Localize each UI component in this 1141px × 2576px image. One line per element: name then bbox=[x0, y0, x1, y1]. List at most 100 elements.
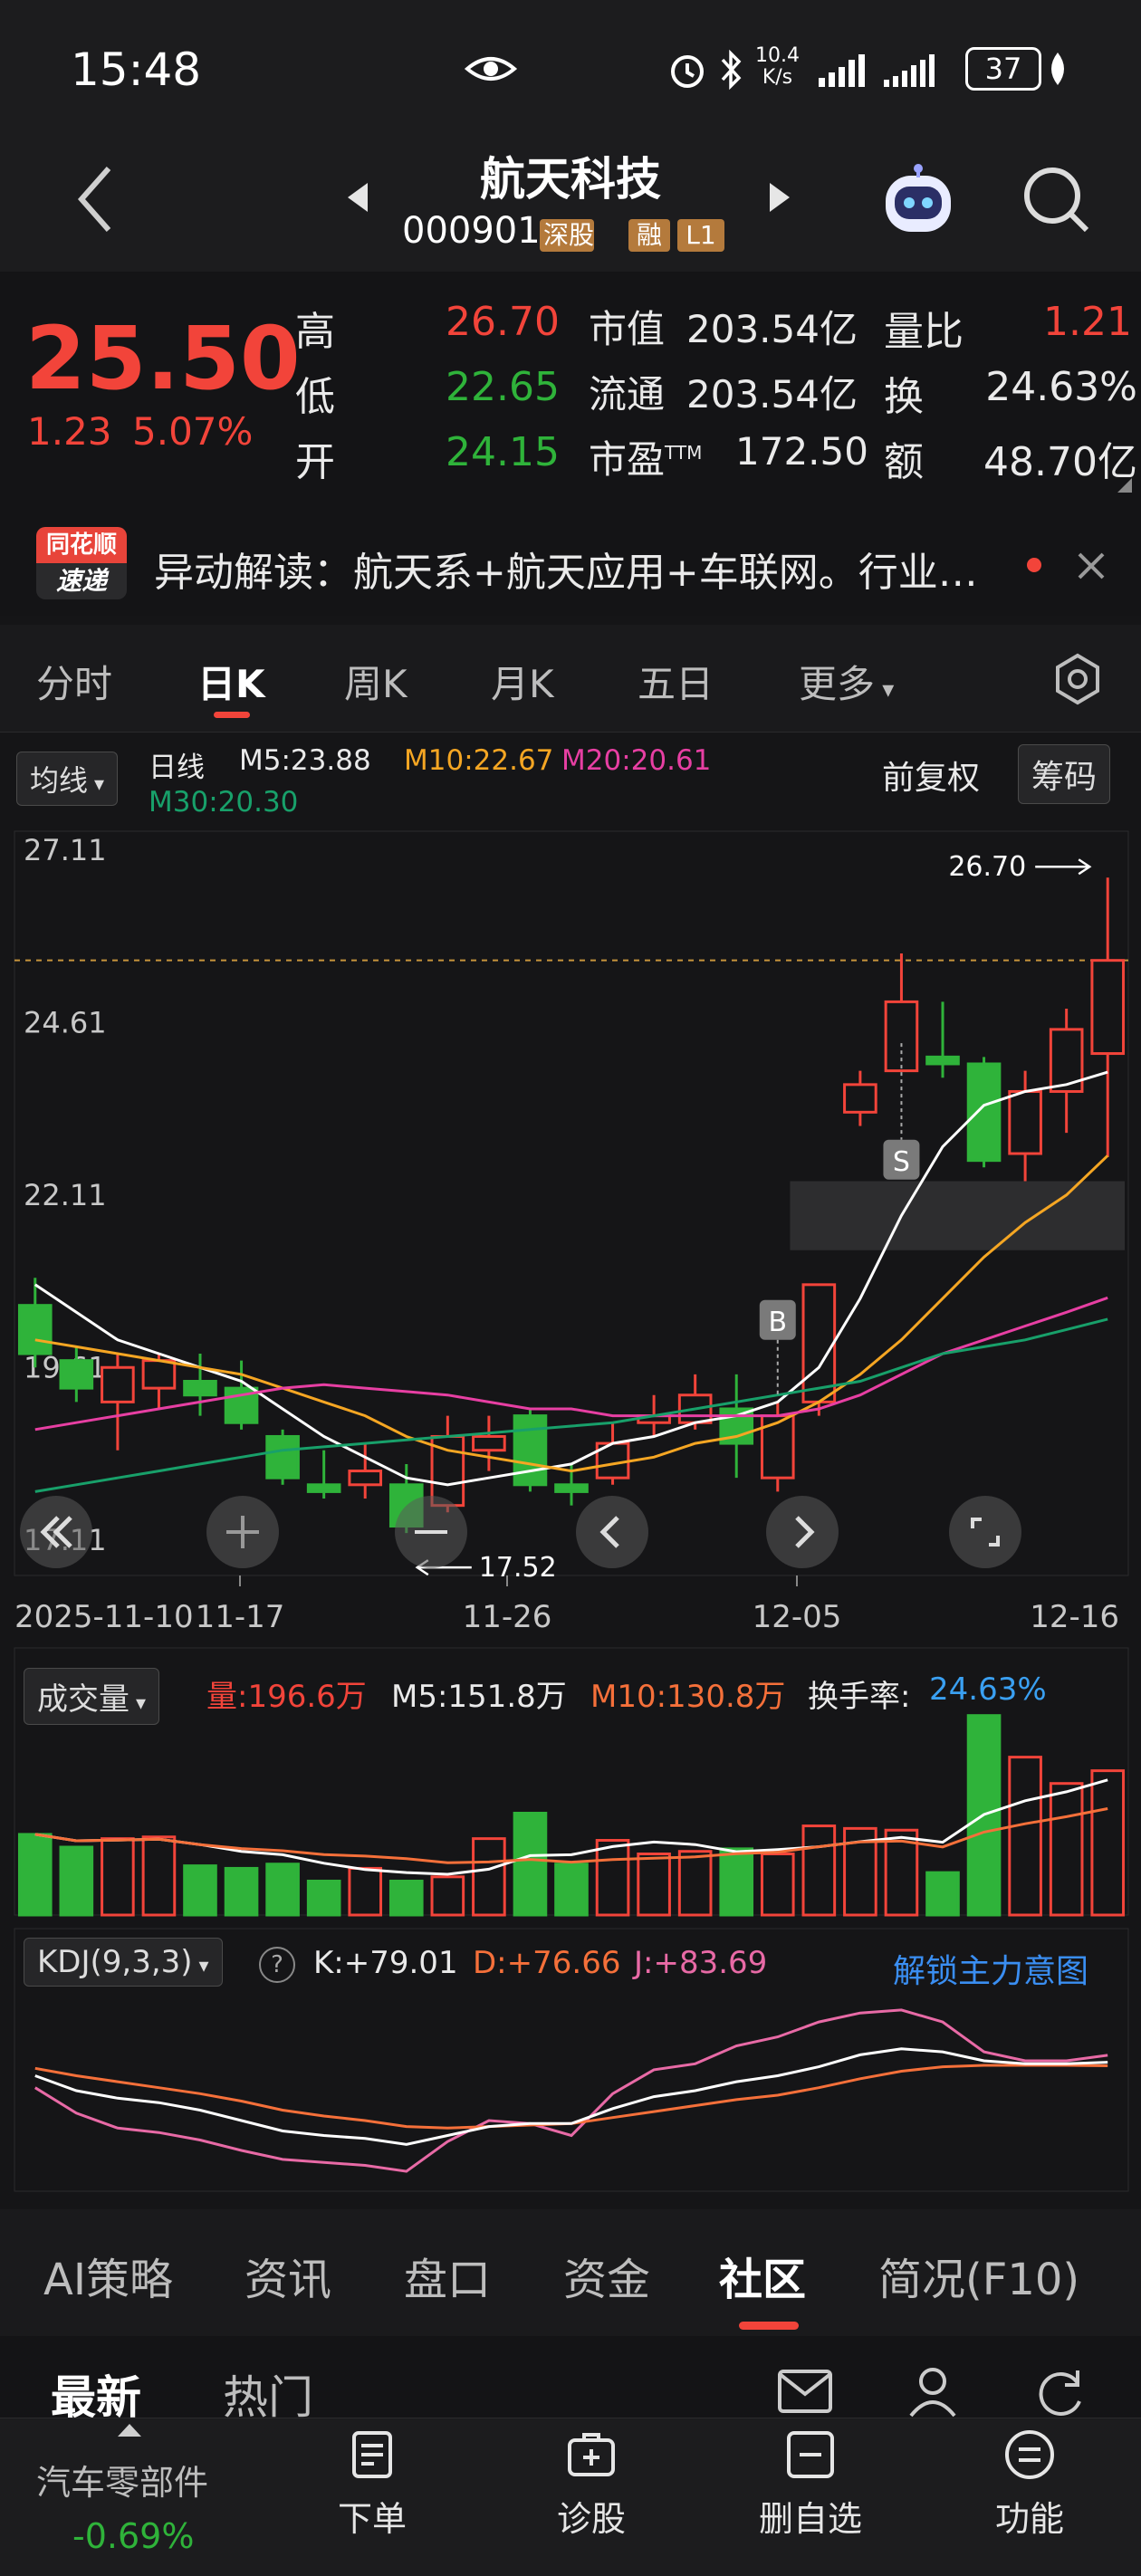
scroll-right-button[interactable] bbox=[766, 1496, 839, 1568]
fullscreen-button[interactable] bbox=[949, 1496, 1021, 1568]
kdj-j: J:+83.69 bbox=[634, 1945, 768, 1981]
kdj-selector[interactable]: KDJ(9,3,3) ▾ bbox=[24, 1938, 223, 1987]
pe-value: 172.50 bbox=[735, 429, 868, 474]
settings-hex-icon[interactable] bbox=[1050, 652, 1105, 706]
badge-margin: 融 bbox=[628, 219, 670, 252]
price-change-pct: 5.07% bbox=[132, 409, 254, 454]
prev-stock-icon[interactable] bbox=[344, 179, 371, 215]
news-banner[interactable]: 同花顺 速递 异动解读：航天系+航天应用+车联网。行业… bbox=[0, 498, 1141, 616]
signal-icon bbox=[819, 54, 865, 87]
mktcap-label: 市值 bbox=[589, 307, 666, 351]
legend-m20: M20:20.61 bbox=[561, 744, 712, 777]
mail-icon[interactable] bbox=[777, 2369, 833, 2414]
user-icon[interactable] bbox=[906, 2365, 960, 2418]
low-label: 低 bbox=[295, 374, 335, 420]
quote-panel: 25.50 1.23 5.07% 高 26.70 低 22.65 开 24.15… bbox=[0, 272, 1141, 498]
plus-icon bbox=[226, 1516, 259, 1548]
last-price: 25.50 bbox=[25, 308, 301, 409]
tab-profile-f10[interactable]: 简况(F10) bbox=[878, 2244, 1079, 2307]
function-button[interactable]: 功能 bbox=[962, 2428, 1098, 2541]
tab-ai-strategy[interactable]: AI策略 bbox=[43, 2244, 173, 2307]
info-tabs: AI策略 资讯 盘口 资金 社区 简况(F10) bbox=[0, 2209, 1141, 2336]
remove-watchlist-button[interactable]: 删自选 bbox=[743, 2428, 878, 2541]
diagnose-button[interactable]: 诊股 bbox=[523, 2428, 659, 2541]
volume-bar bbox=[513, 1812, 548, 1917]
kdj-line-k bbox=[34, 2047, 1108, 2146]
price-change: 1.23 bbox=[27, 409, 112, 454]
max-arrow bbox=[1035, 858, 1092, 876]
community-sub-tabs: 最新 热门 bbox=[0, 2336, 1141, 2424]
badge-l1: L1 bbox=[677, 219, 724, 252]
volume-bar bbox=[101, 1837, 135, 1917]
volume-bar bbox=[1008, 1756, 1042, 1917]
zoom-out-button[interactable] bbox=[20, 1496, 92, 1568]
status-bar: 15:48 10.4 K/s 37 bbox=[0, 0, 1141, 136]
tab-five-day[interactable]: 五日 bbox=[638, 654, 714, 709]
volume-selector[interactable]: 成交量 ▾ bbox=[24, 1668, 160, 1725]
volume-bar bbox=[183, 1864, 217, 1917]
volume-bar bbox=[1090, 1769, 1126, 1917]
help-icon[interactable]: ? bbox=[259, 1947, 295, 1983]
next-stock-icon[interactable] bbox=[766, 179, 793, 215]
turnover-rate-label: 换手率: bbox=[808, 1679, 911, 1715]
candle-body bbox=[17, 1304, 53, 1355]
search-icon[interactable] bbox=[1020, 163, 1092, 235]
community-tab-indicator bbox=[739, 2322, 799, 2330]
tab-community[interactable]: 社区 bbox=[719, 2244, 806, 2307]
volume-bar bbox=[677, 1850, 713, 1917]
legend-m5: M5:23.88 bbox=[239, 744, 371, 777]
x-tick-label: 11-26 bbox=[463, 1599, 552, 1635]
zoom-minus-button[interactable] bbox=[395, 1496, 467, 1568]
scroll-left-button[interactable] bbox=[576, 1496, 648, 1568]
minus-icon bbox=[415, 1530, 447, 1534]
tab-news[interactable]: 资讯 bbox=[244, 2244, 331, 2307]
unlock-main-force-link[interactable]: 解锁主力意图 bbox=[893, 1945, 1088, 1992]
close-icon[interactable] bbox=[1076, 551, 1107, 581]
expand-corner-icon[interactable] bbox=[1116, 476, 1134, 494]
candle-body bbox=[925, 1055, 960, 1066]
order-button[interactable]: 下单 bbox=[304, 2428, 440, 2541]
volume-bar bbox=[17, 1833, 53, 1917]
triangle-up-icon bbox=[118, 2424, 141, 2437]
high-value: 26.70 bbox=[446, 299, 560, 345]
volume-bar bbox=[637, 1853, 671, 1917]
chevron-right-icon bbox=[795, 1516, 815, 1548]
y-tick-label: 24.61 bbox=[24, 1006, 107, 1040]
kdj-line-d bbox=[34, 2064, 1108, 2130]
news-text: 异动解读：航天系+航天应用+车联网。行业… bbox=[154, 550, 978, 596]
robot-assistant-icon[interactable] bbox=[875, 161, 962, 243]
tab-weekly[interactable]: 周K bbox=[344, 654, 408, 709]
volume-bar bbox=[348, 1866, 383, 1917]
candle-body bbox=[348, 1470, 383, 1487]
volume-bar bbox=[554, 1863, 589, 1917]
volume-bar bbox=[306, 1880, 341, 1917]
stock-code: 000901 bbox=[402, 210, 541, 252]
badge-connect: 深股通 bbox=[540, 219, 594, 252]
tab-daily[interactable]: 日K bbox=[197, 654, 265, 709]
kdj-k: K:+79.01 bbox=[313, 1945, 458, 1981]
ma-selector[interactable]: 均线 ▾ bbox=[16, 752, 119, 806]
volume-bar bbox=[1049, 1782, 1084, 1917]
refresh-icon[interactable] bbox=[1032, 2365, 1087, 2418]
sector-name[interactable]: 汽车零部件 bbox=[36, 2455, 208, 2504]
chips-button[interactable]: 筹码 bbox=[1018, 744, 1111, 804]
tab-funds[interactable]: 资金 bbox=[563, 2244, 650, 2307]
tab-intraday[interactable]: 分时 bbox=[36, 654, 112, 709]
candle-body bbox=[1008, 1089, 1042, 1155]
volume-bar bbox=[388, 1880, 424, 1917]
candle-body bbox=[843, 1083, 877, 1114]
x-tick-label: 2025-11-10 bbox=[14, 1599, 194, 1635]
candle-body bbox=[141, 1359, 177, 1390]
volume-bar bbox=[472, 1837, 506, 1917]
zoom-in-button[interactable] bbox=[206, 1496, 279, 1568]
tab-orderbook[interactable]: 盘口 bbox=[404, 2244, 491, 2307]
back-icon[interactable] bbox=[72, 163, 118, 235]
tab-more[interactable]: 更多 ▾ bbox=[799, 654, 894, 709]
turnover-rate-value: 24.63% bbox=[929, 1671, 1047, 1708]
turnover-value: 24.63% bbox=[985, 364, 1137, 410]
tab-monthly[interactable]: 月K bbox=[491, 654, 554, 709]
volume-bar bbox=[265, 1863, 300, 1917]
candle-body bbox=[513, 1414, 548, 1487]
adjust-mode[interactable]: 前复权 bbox=[882, 752, 980, 799]
float-label: 流通 bbox=[589, 372, 666, 417]
